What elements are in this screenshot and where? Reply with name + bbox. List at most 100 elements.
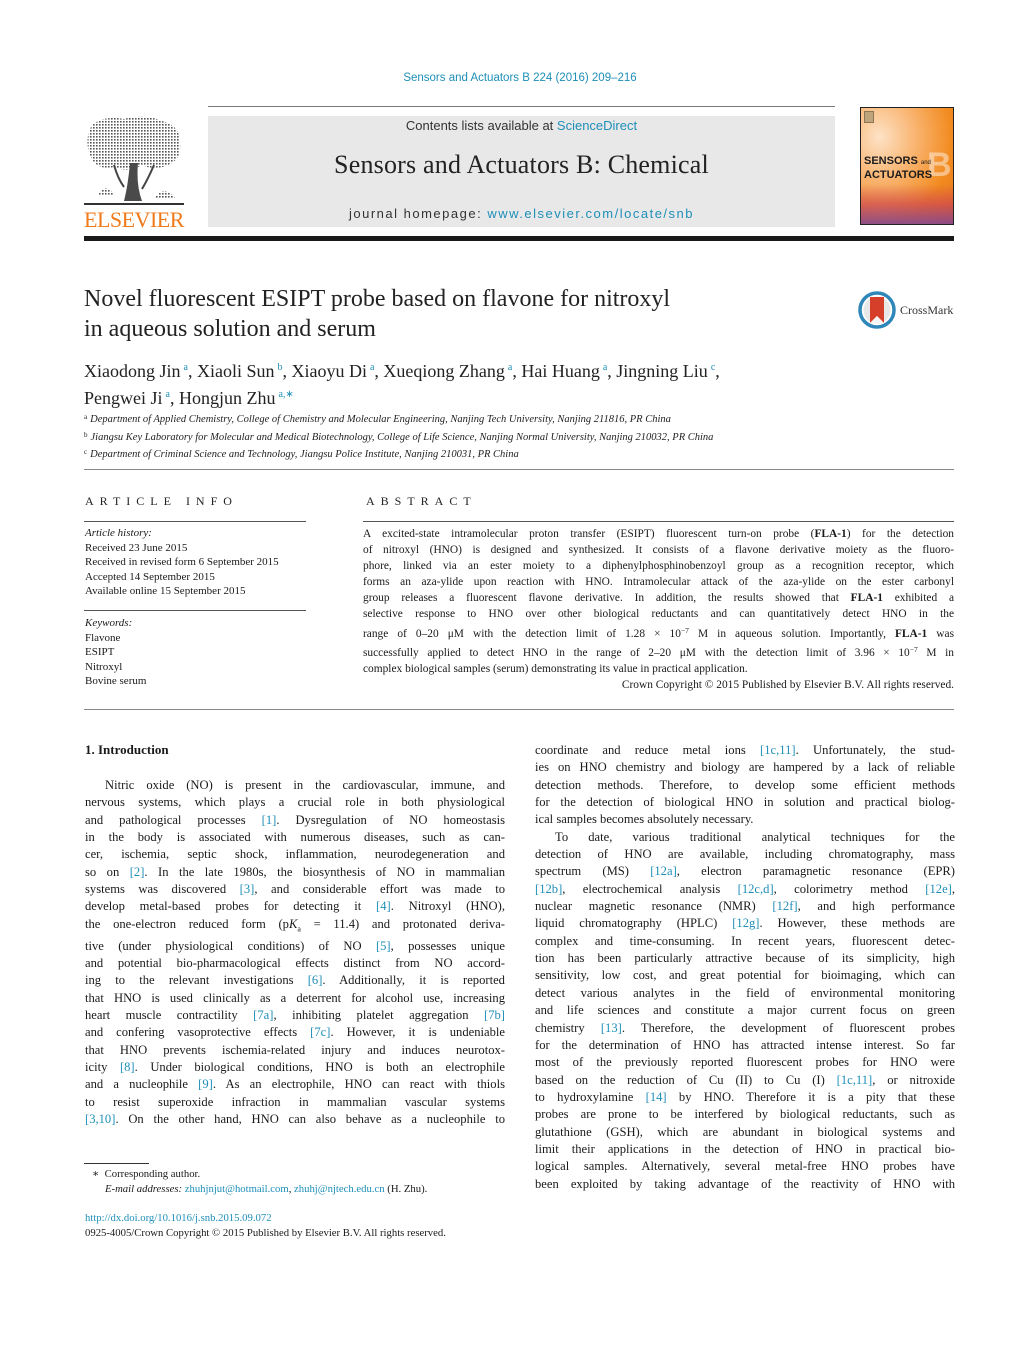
divider [84,469,954,470]
author[interactable]: Xiaodong Jin a [84,361,188,381]
author-name[interactable]: Xueqiong Zhang [383,361,504,381]
header-top-rule [208,106,835,107]
inline-format: FLA-1 [850,592,883,605]
citation-link[interactable]: [3,10] [85,1112,115,1126]
author[interactable]: Jingning Liu c [616,361,715,381]
affiliation: b Jiangsu Key Laboratory for Molecular an… [84,428,944,446]
author-name[interactable]: Xiaodong Jin [84,361,181,381]
citation-link[interactable]: [9] [198,1077,213,1091]
corresponding-author-note: ∗ Corresponding author. [92,1167,522,1182]
header-thick-rule [84,236,954,241]
author[interactable]: Hai Huang a [521,361,607,381]
body-text-line: detect various analytes in the field of … [535,985,955,1000]
citation-link[interactable]: [12g] [732,916,759,930]
corresponding-text: Corresponding author. [104,1168,201,1180]
citation-link[interactable]: [1] [262,813,277,827]
sciencedirect-link[interactable]: ScienceDirect [557,118,637,133]
body-text-line: limit their applications in the detectio… [535,1141,955,1156]
body-text-line: spectrum (MS) [12a], electron paramagnet… [535,864,955,879]
email-link[interactable]: zhuhjnjut@hotmail.com [185,1183,289,1195]
inline-format: FLA-1 [894,627,928,640]
citation-link[interactable]: [7b] [484,1008,505,1022]
abstract-line: phore, linked via an ester moiety to a d… [363,560,954,573]
abstract-line: of nitroxyl (HNO) is designed and synthe… [363,544,954,557]
cover-title-line1: SENSORS [864,155,918,167]
body-text-line: the one-electron reduced form (pKa = 11.… [85,916,505,934]
citation-link[interactable]: [4] [376,899,391,913]
citation-link[interactable]: [1c,11] [837,1073,873,1087]
author-name[interactable]: Xiaoyu Di [291,361,367,381]
homepage-line: journal homepage: www.elsevier.com/locat… [208,206,835,221]
citation-link[interactable]: [12e] [925,882,952,896]
citation-link[interactable]: [14] [646,1090,667,1104]
email-label: E-mail addresses: [105,1183,183,1195]
journal-cover-thumbnail[interactable]: B SENSORS and ACTUATORS [860,107,954,225]
author-list: Xiaodong Jin a, Xiaoli Sun b, Xiaoyu Di a, … [84,356,944,410]
body-column-left: Nitric oxide (NO) is present in the card… [85,777,505,1128]
cover-publisher-mark-icon [864,111,874,123]
body-text-line: systems was discovered [3], and consider… [85,882,505,897]
citation-link[interactable]: [3] [240,882,255,896]
abstract-line: complex biological samples (serum) demon… [363,662,748,675]
citation-link[interactable]: [13] [601,1021,622,1035]
body-text-line: icity [8]. Under biological conditions, … [85,1060,505,1075]
body-text-line: most of the previously reported fluoresc… [535,1055,955,1070]
author-name[interactable]: Hai Huang [521,361,599,381]
author[interactable]: Xiaoyu Di a [291,361,374,381]
body-text-line: for the detection of biological HNO in s… [535,795,955,810]
footnotes: ∗ Corresponding author. E-mail addresses… [92,1167,522,1197]
affiliation-marker[interactable]: a,∗ [278,389,293,400]
body-text-line: nuclear magnetic resonance (NMR) [12f], … [535,899,956,914]
contents-prefix: Contents lists available at [405,118,557,133]
citation-link[interactable]: [2] [130,865,145,879]
citation-link[interactable]: [8] [120,1060,135,1074]
author-name[interactable]: Xiaoli Sun [197,361,275,381]
body-text-line: chemistry [13]. Therefore, the developme… [535,1020,956,1035]
doi-block: http://dx.doi.org/10.1016/j.snb.2015.09.… [85,1211,515,1241]
elsevier-logo[interactable]: ELSEVIER [84,115,188,232]
body-text-line: cer, ischemia, septic shock, inflammatio… [85,847,505,862]
crossmark-button[interactable]: CrossMark [858,291,958,329]
email-note: E-mail addresses: zhuhjnjut@hotmail.com,… [105,1183,428,1195]
body-text-line: in the body is associated with numerous … [85,830,505,845]
body-text-line: develop metal-based probes for detecting… [85,899,505,914]
abstract-line: group releases a fluorescent flavone der… [363,592,955,605]
citation-link[interactable]: [7a] [253,1008,273,1022]
abstract-line: range of 0–20 μM with the detection limi… [363,625,955,640]
citation-link[interactable]: [1c,11] [760,743,796,757]
inline-format: FLA-1 [814,528,847,540]
author-separator: , [512,361,522,381]
citation-link[interactable]: [12b] [535,882,562,896]
citation-link[interactable]: [5] [376,939,391,953]
citation-link[interactable]: [7c] [310,1025,330,1039]
homepage-prefix: journal homepage: [349,206,488,221]
citation-link[interactable]: [12a] [650,864,677,878]
body-text-line: heart muscle contractility [7a], inhibit… [85,1007,505,1022]
author[interactable]: Xiaoli Sun b [197,361,283,381]
author-name[interactable]: Pengwei Ji [84,388,163,408]
author-name[interactable]: Jingning Liu [616,361,708,381]
issn-copyright: 0925-4005/Crown Copyright © 2015 Publish… [85,1227,446,1239]
citation-link[interactable]: [6] [308,973,323,987]
email-link[interactable]: zhuhj@njtech.edu.cn [294,1183,385,1195]
body-text-line: that HNO is used clinically as a deterre… [85,990,505,1005]
author[interactable]: Xueqiong Zhang a [383,361,512,381]
doi-link[interactable]: http://dx.doi.org/10.1016/j.snb.2015.09.… [85,1212,272,1224]
keyword: ESIPT [85,646,115,658]
affiliation-text: Department of Criminal Science and Techn… [90,449,519,460]
citation-link[interactable]: [12c,d] [738,882,774,896]
author-name[interactable]: Hongjun Zhu [179,388,276,408]
citation-link[interactable]: Sensors and Actuators B 224 (2016) 209–2… [403,72,636,84]
history-item: Received 23 June 2015 [85,541,188,554]
author[interactable]: Pengwei Ji a [84,388,170,408]
author-separator: , [187,361,197,381]
affiliation: a Department of Applied Chemistry, Colleg… [84,410,944,428]
citation-link[interactable]: [12f] [772,899,797,913]
body-text-line: complex and time-consuming. In recent ye… [535,933,955,948]
journal-homepage-link[interactable]: www.elsevier.com/locate/snb [487,206,694,221]
affiliation-key: c [84,448,88,456]
article-info-heading: ARTICLE INFO [85,494,238,508]
author[interactable]: Hongjun Zhu a,∗ [179,388,294,408]
journal-citation[interactable]: Sensors and Actuators B 224 (2016) 209–2… [0,72,1020,84]
cover-title-line2: ACTUATORS [864,169,933,181]
